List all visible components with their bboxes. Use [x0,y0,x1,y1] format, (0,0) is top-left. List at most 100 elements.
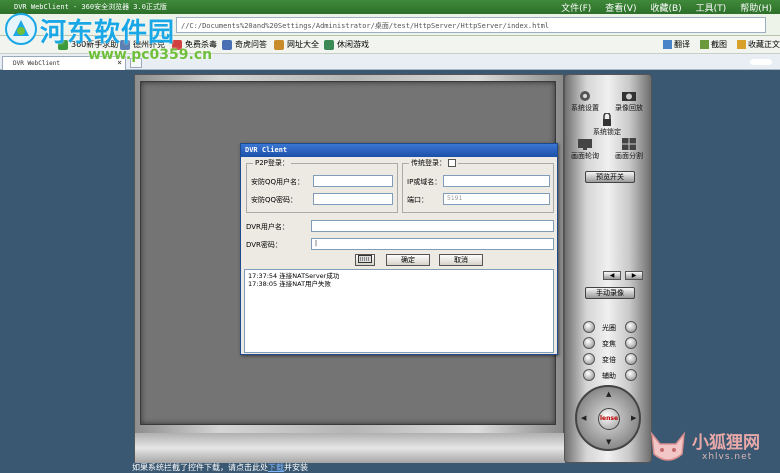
status-text-tail: 并安装 [284,463,308,472]
preview-toggle-button[interactable]: 预览开关 [585,171,635,183]
camera-icon [622,92,636,101]
watermark-site-name: 河东软件园 [40,18,176,48]
window-title: DVR WebClient - 360安全浏览器 3.0正式版 [14,3,167,11]
screenshot-icon [700,40,709,49]
cancel-button[interactable]: 取消 [439,254,483,266]
picture-split-label: 画面分割 [615,152,643,160]
tab-scroll-handle[interactable] [750,59,772,65]
dvr-pass-label: DVR密码： [246,241,282,249]
screenshot-button[interactable]: 截图 [700,39,727,50]
screenshot-label: 截图 [711,40,727,49]
aperture-label: 光圈 [602,324,616,332]
download-link[interactable]: 下载 [268,463,284,472]
left-arrow-icon[interactable]: ◀ [581,414,586,422]
port-input[interactable]: 5191 [443,193,550,205]
corner-watermark-url: xhlvs.net [702,452,753,462]
menu-bar: 文件(F) 查看(V) 收藏(B) 工具(T) 帮助(H) [561,0,772,14]
ip-input[interactable] [443,175,550,187]
status-text: 如果系统拦截了控件下载，请点击此处 [132,463,268,472]
port-label: 端口： [407,196,428,204]
ptz-dpad[interactable]: ▲ ▼ ◀ ▶ lense [575,385,641,451]
focus-minus-button[interactable] [583,337,595,349]
right-arrow-icon[interactable]: ▶ [631,414,636,422]
dialog-title: DVR Client [241,144,557,157]
bookmark-label: 网址大全 [287,40,319,49]
traditional-login-label: 传统登录： [411,159,446,167]
favorites-button[interactable]: 收藏正文 [737,39,780,50]
watermark-logo-icon [5,13,37,45]
aux-minus-button[interactable] [583,369,595,381]
monitor-icon [578,139,592,150]
keyboard-button[interactable] [355,254,375,266]
system-lock-button[interactable]: 系统锁定 [593,113,621,137]
record-playback-button[interactable]: 录像回放 [615,89,643,113]
bookmark-qa[interactable]: 奇虎问答 [222,39,267,50]
status-bar: 如果系统拦截了控件下载，请点击此处下载并安装 [132,462,308,473]
page-content: 系统设置 录像回放 系统锁定 画面轮询 画面分割 预览开关 ◀ ▶ 手动录像 光… [0,70,780,473]
control-panel: 系统设置 录像回放 系统锁定 画面轮询 画面分割 预览开关 ◀ ▶ 手动录像 光… [564,74,652,463]
traditional-login-legend: 传统登录： [409,158,458,168]
log-output: 17:37:54 连接NATServer成功 17:38:05 连接NAT用户失… [244,269,554,353]
translate-button[interactable]: 翻译 [663,39,690,50]
dvr-pass-input[interactable]: | [311,238,554,250]
menu-view[interactable]: 查看(V) [605,1,636,14]
aperture-minus-button[interactable] [583,321,595,333]
corner-watermark-name: 小狐狸网 [692,433,760,453]
address-input[interactable]: //C:/Documents%20and%20Settings/Administ… [176,17,766,33]
zoom-label: 变倍 [602,356,616,364]
video-panel-base [135,433,565,463]
translate-label: 翻译 [674,40,690,49]
record-playback-label: 录像回放 [615,104,643,112]
dvr-user-input[interactable] [311,220,554,232]
favorites-icon [737,40,746,49]
aperture-plus-button[interactable] [625,321,637,333]
web-icon [274,39,284,50]
qq-user-input[interactable] [313,175,393,187]
keyboard-icon [358,255,372,263]
bookmark-web-directory[interactable]: 网址大全 [274,39,319,50]
traditional-login-group: 传统登录： [402,158,554,213]
menu-help[interactable]: 帮助(H) [740,1,772,14]
qq-user-label: 安防QQ用户名： [251,178,305,186]
menu-file[interactable]: 文件(F) [561,1,591,14]
ip-label: IP或域名： [407,178,442,186]
toolbar-right: 翻译 截图 收藏正文 [663,39,780,50]
lock-icon [603,113,611,126]
ok-button[interactable]: 确定 [386,254,430,266]
bookmark-label: 休闲游戏 [337,40,369,49]
qa-icon [222,39,232,50]
qq-pass-input[interactable] [313,193,393,205]
traditional-login-checkbox[interactable] [448,159,456,167]
p2p-login-group: P2P登录： [246,158,398,213]
zoom-plus-button[interactable] [625,353,637,365]
fox-logo-icon [651,431,685,461]
picture-poll-button[interactable]: 画面轮询 [571,137,599,161]
down-arrow-icon[interactable]: ▼ [606,438,611,446]
favorites-label: 收藏正文 [748,40,780,49]
system-settings-label: 系统设置 [571,104,599,112]
next-arrow-button[interactable]: ▶ [625,271,643,280]
picture-poll-label: 画面轮询 [571,152,599,160]
translate-icon [663,40,672,49]
zoom-minus-button[interactable] [583,353,595,365]
corner-watermark: 小狐狸网 xhlvs.net [646,420,776,473]
manual-record-button[interactable]: 手动录像 [585,287,635,299]
tab-label: DVR WebClient [13,60,60,67]
lense-center-button[interactable]: lense [598,408,620,430]
menu-favorites[interactable]: 收藏(B) [650,1,681,14]
bookmark-label: 奇虎问答 [235,40,267,49]
menu-tools[interactable]: 工具(T) [696,1,727,14]
up-arrow-icon[interactable]: ▲ [606,390,611,398]
log-line: 17:38:05 连接NAT用户失败 [248,280,332,288]
focus-plus-button[interactable] [625,337,637,349]
dvr-user-label: DVR用户名： [246,223,289,231]
login-dialog: DVR Client P2P登录： 安防QQ用户名： 安防QQ密码： 传统登录：… [240,143,558,355]
aux-label: 辅助 [602,372,616,380]
grid-icon [622,138,636,150]
system-settings-button[interactable]: 系统设置 [571,89,599,113]
qq-pass-label: 安防QQ密码： [251,196,298,204]
picture-split-button[interactable]: 画面分割 [615,137,643,161]
prev-arrow-button[interactable]: ◀ [603,271,621,280]
bookmark-games[interactable]: 休闲游戏 [324,39,369,50]
aux-plus-button[interactable] [625,369,637,381]
